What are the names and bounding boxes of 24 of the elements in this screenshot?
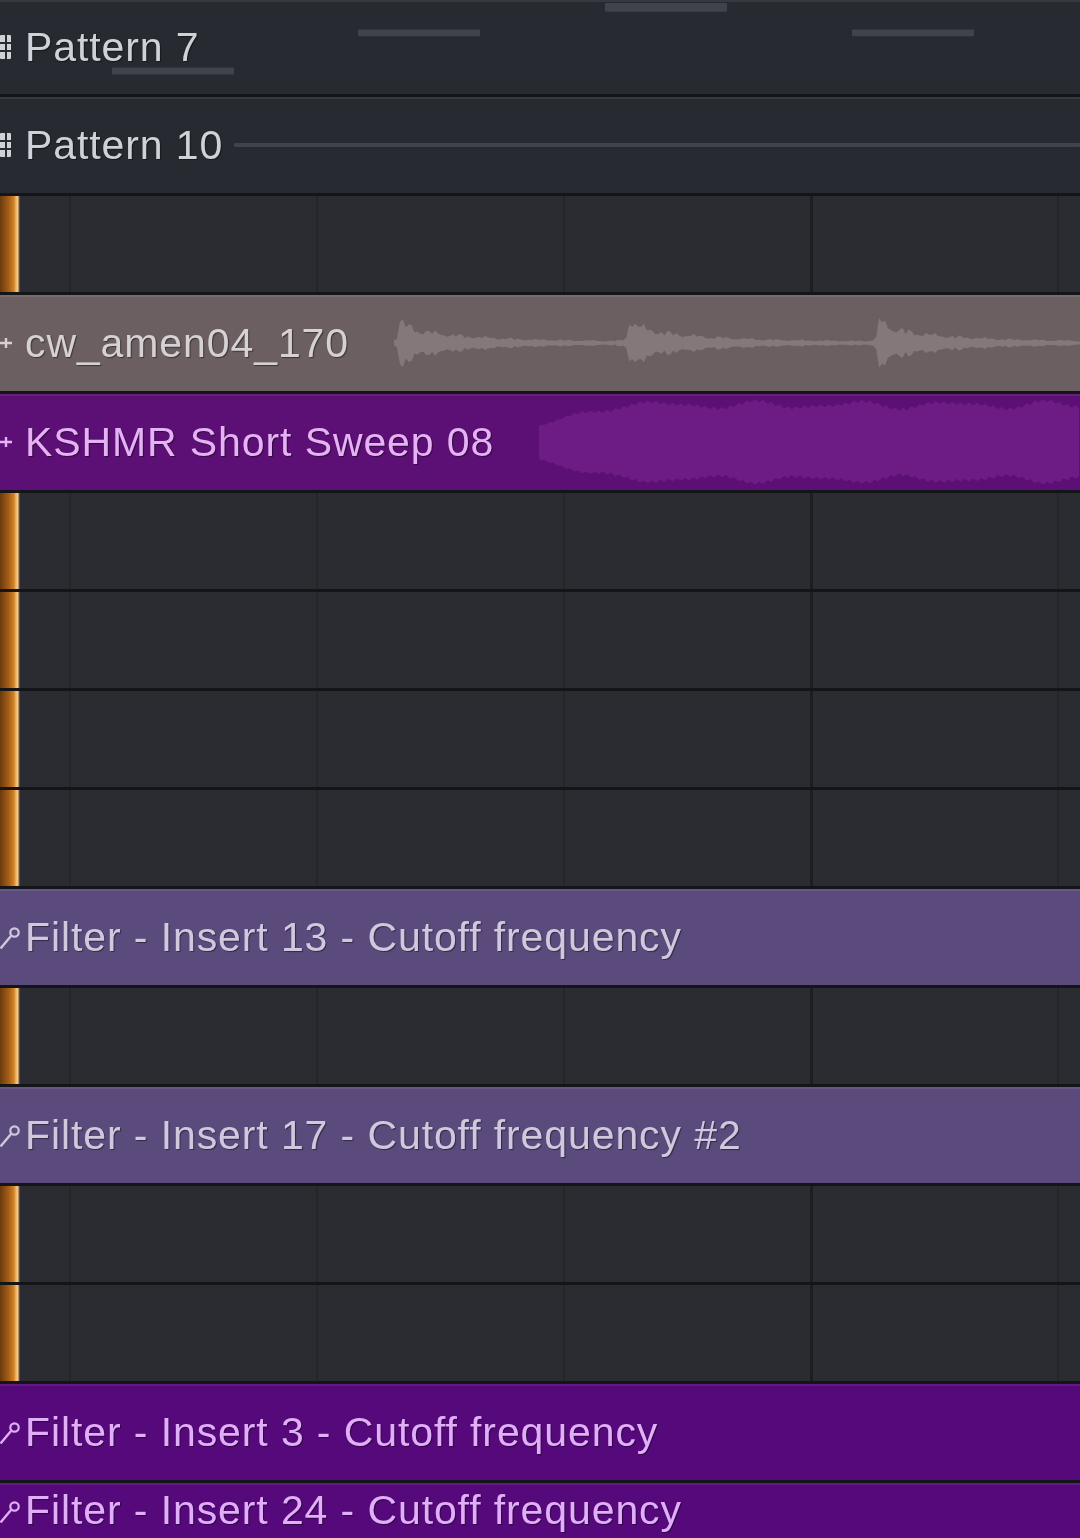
audio-clip[interactable]: KSHMR Short Sweep 08	[0, 394, 1080, 490]
audio-clip[interactable]: cw_amen04_170	[0, 295, 1080, 391]
pin-icon	[0, 1498, 20, 1523]
automation-clip[interactable]: Filter - Insert 17 - Cutoff frequency #2	[0, 1087, 1080, 1183]
clip-label: Filter - Insert 17 - Cutoff frequency #2	[25, 1114, 742, 1156]
pin-icon	[0, 1123, 20, 1147]
clip-label: Filter - Insert 13 - Cutoff frequency	[25, 916, 682, 958]
automation-clip[interactable]: Filter - Insert 3 - Cutoff frequency	[0, 1384, 1080, 1480]
grid-icon	[0, 133, 11, 157]
automation-clip[interactable]: Filter - Insert 13 - Cutoff frequency	[0, 889, 1080, 985]
plus-icon	[0, 436, 12, 448]
clip-label: Pattern 10	[25, 124, 224, 166]
plus-icon	[0, 337, 12, 349]
pin-icon	[0, 1420, 20, 1444]
automation-clip[interactable]: Filter - Insert 24 - Cutoff frequency	[0, 1483, 1080, 1538]
clip-label: Filter - Insert 24 - Cutoff frequency	[25, 1490, 682, 1531]
grid-icon	[0, 35, 11, 59]
clip-label: Filter - Insert 3 - Cutoff frequency	[25, 1411, 659, 1453]
pattern-clip[interactable]: Pattern 7	[0, 0, 1080, 94]
clip-label: KSHMR Short Sweep 08	[25, 421, 495, 463]
clip-label: Pattern 7	[25, 26, 200, 68]
pin-icon	[0, 925, 20, 949]
pattern-clip[interactable]: Pattern 10	[0, 97, 1080, 193]
clip-label: cw_amen04_170	[25, 322, 349, 364]
